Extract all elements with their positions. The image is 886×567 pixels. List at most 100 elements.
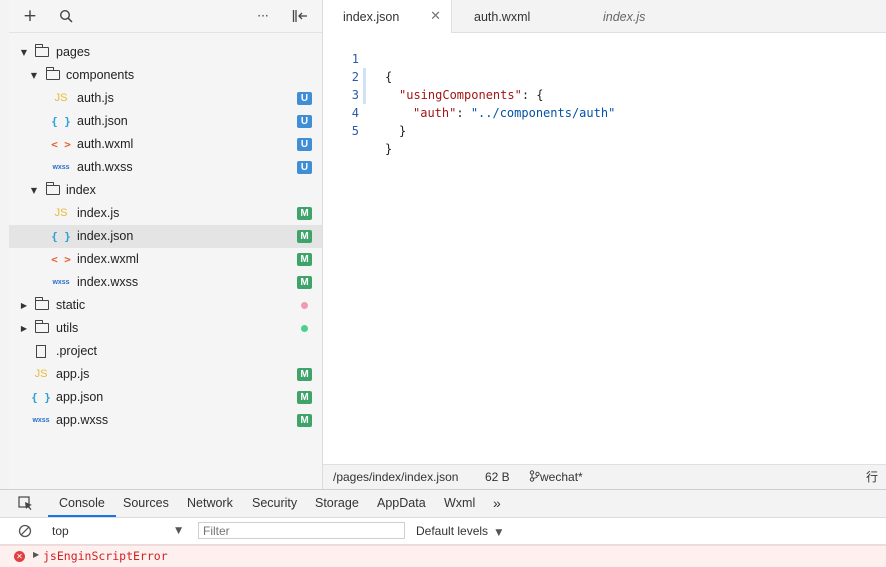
dropdown-arrow-icon: ▼ — [175, 526, 182, 536]
context-value: top — [52, 524, 69, 538]
more-tabs-icon[interactable]: » — [493, 490, 501, 517]
expanded-arrow-icon[interactable]: ▼ — [29, 179, 39, 202]
folder-open-icon — [46, 67, 60, 80]
tab-auth-wxml[interactable]: auth.wxml — [453, 0, 581, 32]
tab-console[interactable]: Console — [48, 490, 116, 517]
file-size: 62 B — [485, 470, 510, 484]
js-file-icon: JS — [54, 207, 68, 219]
tree-file-index-js[interactable]: JS index.js M — [9, 202, 322, 225]
code-line: 3 "auth": "../components/auth" — [323, 68, 886, 120]
code-text: } — [385, 142, 393, 156]
tree-file-auth-json[interactable]: { } auth.json U — [9, 110, 322, 133]
code-text: } — [399, 124, 407, 138]
tree-item-label: pages — [56, 45, 91, 59]
tree-file-index-json[interactable]: { } index.json M — [9, 225, 322, 248]
tab-appdata[interactable]: AppData — [377, 490, 426, 517]
code-area[interactable]: 1 { 2 "usingComponents": { 3 "auth": "..… — [323, 32, 886, 156]
file-tree: ▼ pages ▼ components JS auth.js U { } au… — [9, 41, 322, 432]
tree-folder-static[interactable]: ▶ static — [9, 294, 322, 317]
tree-file-app-wxss[interactable]: wxss app.wxss M — [9, 409, 322, 432]
folder-open-icon — [46, 182, 60, 195]
collapse-panel-icon[interactable] — [292, 8, 308, 24]
tree-item-label: static — [56, 298, 86, 312]
code-line: 2 "usingComponents": { — [323, 50, 886, 102]
tab-sources[interactable]: Sources — [123, 490, 169, 517]
file-explorer: + ··· ▼ pages ▼ components JS auth.js U … — [9, 0, 323, 489]
error-text: jsEnginScriptError — [43, 549, 168, 563]
collapsed-arrow-icon[interactable]: ▶ — [19, 317, 29, 340]
tab-wxml[interactable]: Wxml — [444, 490, 475, 517]
git-branch-label: wechat* — [540, 470, 583, 484]
tree-file-project[interactable]: .project — [9, 340, 322, 363]
close-icon[interactable]: ✕ — [430, 0, 441, 34]
tree-folder-utils[interactable]: ▶ utils — [9, 317, 322, 340]
git-status-badge: U — [297, 138, 312, 151]
json-file-icon: { } — [51, 230, 71, 243]
json-file-icon: { } — [51, 115, 71, 128]
tree-item-label: auth.wxss — [77, 160, 133, 174]
tree-file-index-wxss[interactable]: wxss index.wxss M — [9, 271, 322, 294]
expand-arrow-icon[interactable]: ▶ — [33, 550, 39, 559]
log-levels-select[interactable]: Default levels ▼ — [416, 518, 502, 544]
console-error-message[interactable]: ✕ ▶ jsEnginScriptError — [0, 545, 886, 567]
wxml-file-icon: < > — [51, 138, 71, 151]
more-icon[interactable]: ··· — [255, 8, 271, 24]
tree-item-label: components — [66, 68, 135, 82]
tree-item-label: index.wxss — [77, 275, 139, 289]
tree-file-auth-js[interactable]: JS auth.js U — [9, 87, 322, 110]
tab-label: auth.wxml — [474, 10, 531, 24]
tree-item-label: app.wxss — [56, 413, 109, 427]
git-status-badge: M — [297, 276, 312, 289]
file-icon — [36, 345, 46, 358]
clear-console-icon[interactable] — [18, 524, 32, 541]
devtools-console: Console Sources Network Security Storage… — [0, 489, 886, 567]
tab-label: index.js — [603, 10, 646, 24]
wxss-file-icon: wxss — [52, 279, 70, 286]
tab-network[interactable]: Network — [187, 490, 233, 517]
git-status-badge: M — [297, 391, 312, 404]
tree-item-label: index.json — [77, 229, 134, 243]
add-icon[interactable]: + — [22, 6, 38, 26]
console-filter-bar: top ▼ Default levels ▼ — [0, 518, 886, 545]
status-dot — [301, 325, 308, 332]
tree-file-app-js[interactable]: JS app.js M — [9, 363, 322, 386]
log-levels-label: Default levels — [416, 524, 489, 538]
editor-tab-bar: index.json ✕ auth.wxml index.js — [323, 0, 886, 33]
tree-folder-pages[interactable]: ▼ pages — [9, 41, 322, 64]
code-line: 4 } — [323, 86, 886, 138]
expanded-arrow-icon[interactable]: ▼ — [19, 41, 29, 64]
console-filter-input[interactable] — [198, 522, 405, 539]
git-status-badge: M — [297, 230, 312, 243]
tree-file-auth-wxss[interactable]: wxss auth.wxss U — [9, 156, 322, 179]
tree-folder-components[interactable]: ▼ components — [9, 64, 322, 87]
search-icon[interactable] — [58, 8, 74, 24]
tree-item-label: app.json — [56, 390, 104, 404]
wxss-file-icon: wxss — [32, 417, 50, 424]
tree-item-label: auth.json — [77, 114, 128, 128]
tree-item-label: index.js — [77, 206, 120, 220]
tab-storage[interactable]: Storage — [315, 490, 359, 517]
dropdown-arrow-icon: ▼ — [495, 528, 503, 538]
git-status-badge: U — [297, 161, 312, 174]
tree-file-auth-wxml[interactable]: < > auth.wxml U — [9, 133, 322, 156]
git-status-badge: M — [297, 253, 312, 266]
tab-index-js[interactable]: index.js — [581, 0, 709, 32]
tree-item-label: .project — [56, 344, 97, 358]
tab-index-json[interactable]: index.json ✕ — [323, 0, 452, 33]
collapsed-arrow-icon[interactable]: ▶ — [19, 294, 29, 317]
git-branch[interactable]: wechat* — [529, 465, 583, 489]
file-path: /pages/index/index.json — [333, 470, 459, 484]
expanded-arrow-icon[interactable]: ▼ — [29, 64, 39, 87]
tree-file-index-wxml[interactable]: < > index.wxml M — [9, 248, 322, 271]
folder-icon — [35, 297, 49, 310]
tree-item-label: index.wxml — [77, 252, 139, 266]
editor-status-bar: /pages/index/index.json 62 B wechat* 行 3 — [323, 464, 886, 508]
folder-icon — [35, 320, 49, 333]
context-select[interactable]: top ▼ — [44, 521, 184, 541]
tree-folder-index[interactable]: ▼ index — [9, 179, 322, 202]
inspect-element-icon[interactable] — [18, 496, 33, 514]
tree-item-label: app.js — [56, 367, 90, 381]
tree-file-app-json[interactable]: { } app.json M — [9, 386, 322, 409]
code-line: 1 { — [323, 32, 886, 84]
tab-security[interactable]: Security — [252, 490, 297, 517]
